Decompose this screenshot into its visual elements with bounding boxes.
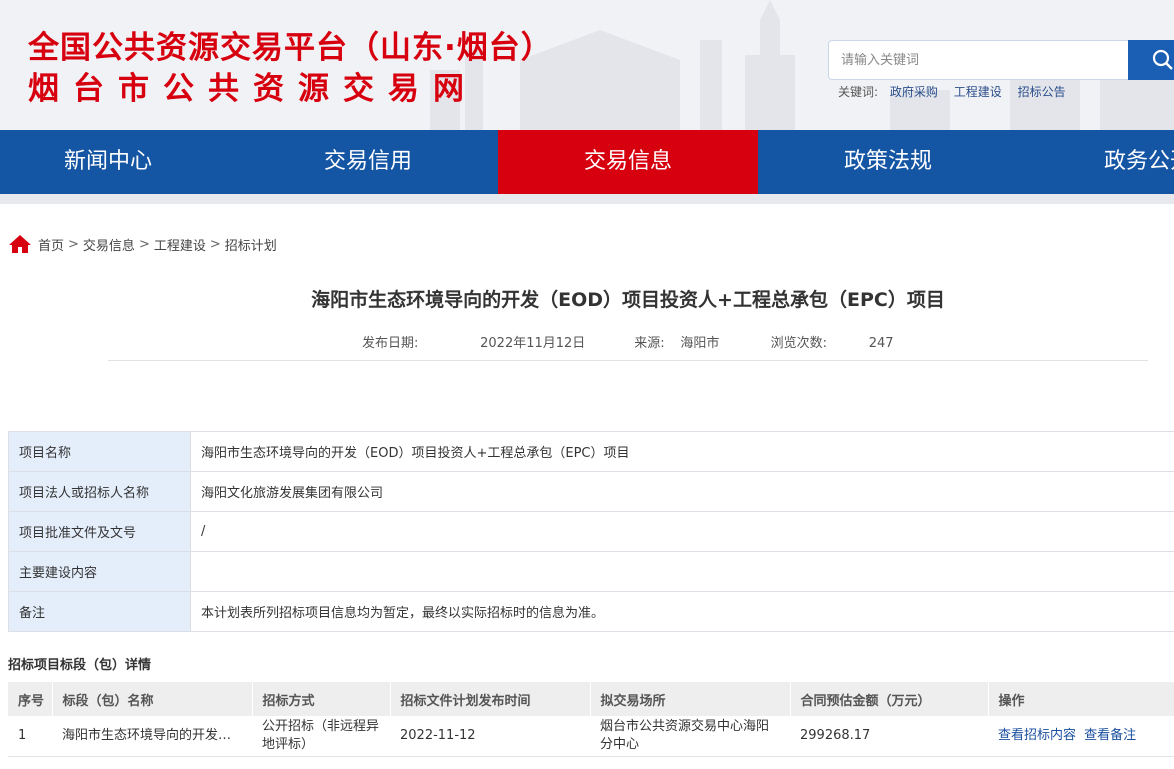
table-header-row: 序号 标段（包）名称 招标方式 招标文件计划发布时间 拟交易场所 合同预估金额（…	[8, 682, 1174, 716]
keywords-label: 关键词:	[838, 85, 879, 99]
column-header: 合同预估金额（万元）	[790, 682, 989, 716]
source-label: 来源:	[634, 336, 665, 351]
main-nav: 新闻中心 交易信用 交易信息 政策法规 政务公开	[0, 130, 1174, 194]
date-label: 发布日期:	[362, 336, 419, 351]
page-title: 海阳市生态环境导向的开发（EOD）项目投资人+工程总承包（EPC）项目	[311, 289, 945, 311]
keyword-link[interactable]: 工程建设	[954, 85, 1002, 99]
info-key: 项目批准文件及文号	[8, 511, 191, 552]
hot-keywords: 关键词: 政府采购 工程建设 招标公告	[838, 83, 1078, 100]
section-title: 招标项目标段（包）详情	[8, 658, 152, 673]
source-value: 海阳市	[680, 336, 720, 351]
info-key: 项目法人或招标人名称	[8, 471, 191, 512]
breadcrumb-bid-plan[interactable]: 招标计划	[225, 235, 277, 254]
info-value: 海阳文化旅游发展集团有限公司	[190, 471, 1174, 512]
views-count: 247	[868, 336, 894, 351]
column-header: 招标方式	[252, 682, 391, 716]
nav-item-trade-info[interactable]: 交易信息	[498, 130, 758, 194]
site-header: 全国公共资源交易平台（山东·烟台） 烟台市公共资源交易网 关键词: 政府采购 工…	[0, 0, 1174, 130]
search-button[interactable]	[1128, 40, 1174, 80]
column-header: 拟交易场所	[590, 682, 791, 716]
breadcrumb: 首页 > 交易信息 > 工程建设 > 招标计划	[8, 233, 277, 255]
site-title-line2: 烟台市公共资源交易网	[28, 71, 478, 107]
info-value: /	[190, 511, 1174, 552]
column-header: 招标文件计划发布时间	[390, 682, 591, 716]
publish-date: 2022年11月12日	[480, 336, 586, 351]
table-row: 主要建设内容	[8, 551, 1174, 592]
section-name: 海阳市生态环境导向的开发（EOD）项目投资人+工程总承包（EPC）项目	[52, 716, 252, 757]
table-row: 项目批准文件及文号 /	[8, 511, 1174, 552]
breadcrumb-trade-info[interactable]: 交易信息	[83, 235, 135, 254]
nav-item-news[interactable]: 新闻中心	[0, 130, 238, 194]
bid-sections-table: 序号 标段（包）名称 招标方式 招标文件计划发布时间 拟交易场所 合同预估金额（…	[8, 682, 1174, 757]
column-header: 操作	[988, 682, 1174, 716]
search-input[interactable]	[828, 40, 1128, 80]
info-key: 主要建设内容	[8, 551, 191, 592]
estimated-amount: 299268.17	[790, 716, 988, 757]
breadcrumb-home[interactable]: 首页	[38, 235, 64, 254]
info-value: 海阳市生态环境导向的开发（EOD）项目投资人+工程总承包（EPC）项目	[190, 431, 1174, 472]
breadcrumb-separator: >	[138, 236, 150, 252]
info-key: 备注	[8, 591, 191, 632]
bid-method: 公开招标（非远程异地评标）	[252, 716, 390, 757]
table-row: 备注 本计划表所列招标项目信息均为暂定，最终以实际招标时的信息为准。	[8, 591, 1174, 632]
column-header: 标段（包）名称	[52, 682, 253, 716]
title-divider	[108, 360, 1148, 361]
column-header: 序号	[8, 682, 53, 716]
info-value: 本计划表所列招标项目信息均为暂定，最终以实际招标时的信息为准。	[190, 591, 1174, 632]
breadcrumb-separator: >	[68, 236, 79, 252]
row-number: 1	[8, 716, 52, 757]
breadcrumb-separator: >	[209, 236, 221, 252]
project-info-table: 项目名称 海阳市生态环境导向的开发（EOD）项目投资人+工程总承包（EPC）项目…	[8, 431, 1174, 632]
table-row: 1 海阳市生态环境导向的开发（EOD）项目投资人+工程总承包（EPC）项目 公开…	[8, 716, 1174, 757]
site-title-line1: 全国公共资源交易平台（山东·烟台）	[28, 30, 553, 66]
breadcrumb-engineering[interactable]: 工程建设	[154, 235, 206, 254]
views-label: 浏览次数:	[770, 336, 827, 351]
home-icon	[9, 235, 31, 253]
info-key: 项目名称	[8, 431, 191, 472]
nav-divider	[0, 194, 1174, 204]
keyword-link[interactable]: 招标公告	[1018, 85, 1066, 99]
table-row: 项目名称 海阳市生态环境导向的开发（EOD）项目投资人+工程总承包（EPC）项目	[8, 431, 1174, 472]
nav-item-gov-affairs[interactable]: 政务公开	[1018, 130, 1174, 194]
publish-time: 2022-11-12	[390, 716, 590, 757]
keyword-link[interactable]: 政府采购	[890, 85, 938, 99]
nav-item-credit[interactable]: 交易信用	[238, 130, 498, 194]
nav-item-policy[interactable]: 政策法规	[758, 130, 1018, 194]
info-value	[190, 551, 1174, 592]
view-bid-content-link[interactable]: 查看招标内容	[998, 728, 1076, 743]
article-meta: 发布日期: 2022年11月12日 来源: 海阳市 浏览次数: 247	[362, 332, 894, 351]
row-actions: 查看招标内容 查看备注	[988, 716, 1174, 757]
view-remarks-link[interactable]: 查看备注	[1084, 728, 1136, 743]
search-icon	[1152, 49, 1173, 70]
table-row: 项目法人或招标人名称 海阳文化旅游发展集团有限公司	[8, 471, 1174, 512]
trading-venue: 烟台市公共资源交易中心海阳分中心	[590, 716, 790, 757]
